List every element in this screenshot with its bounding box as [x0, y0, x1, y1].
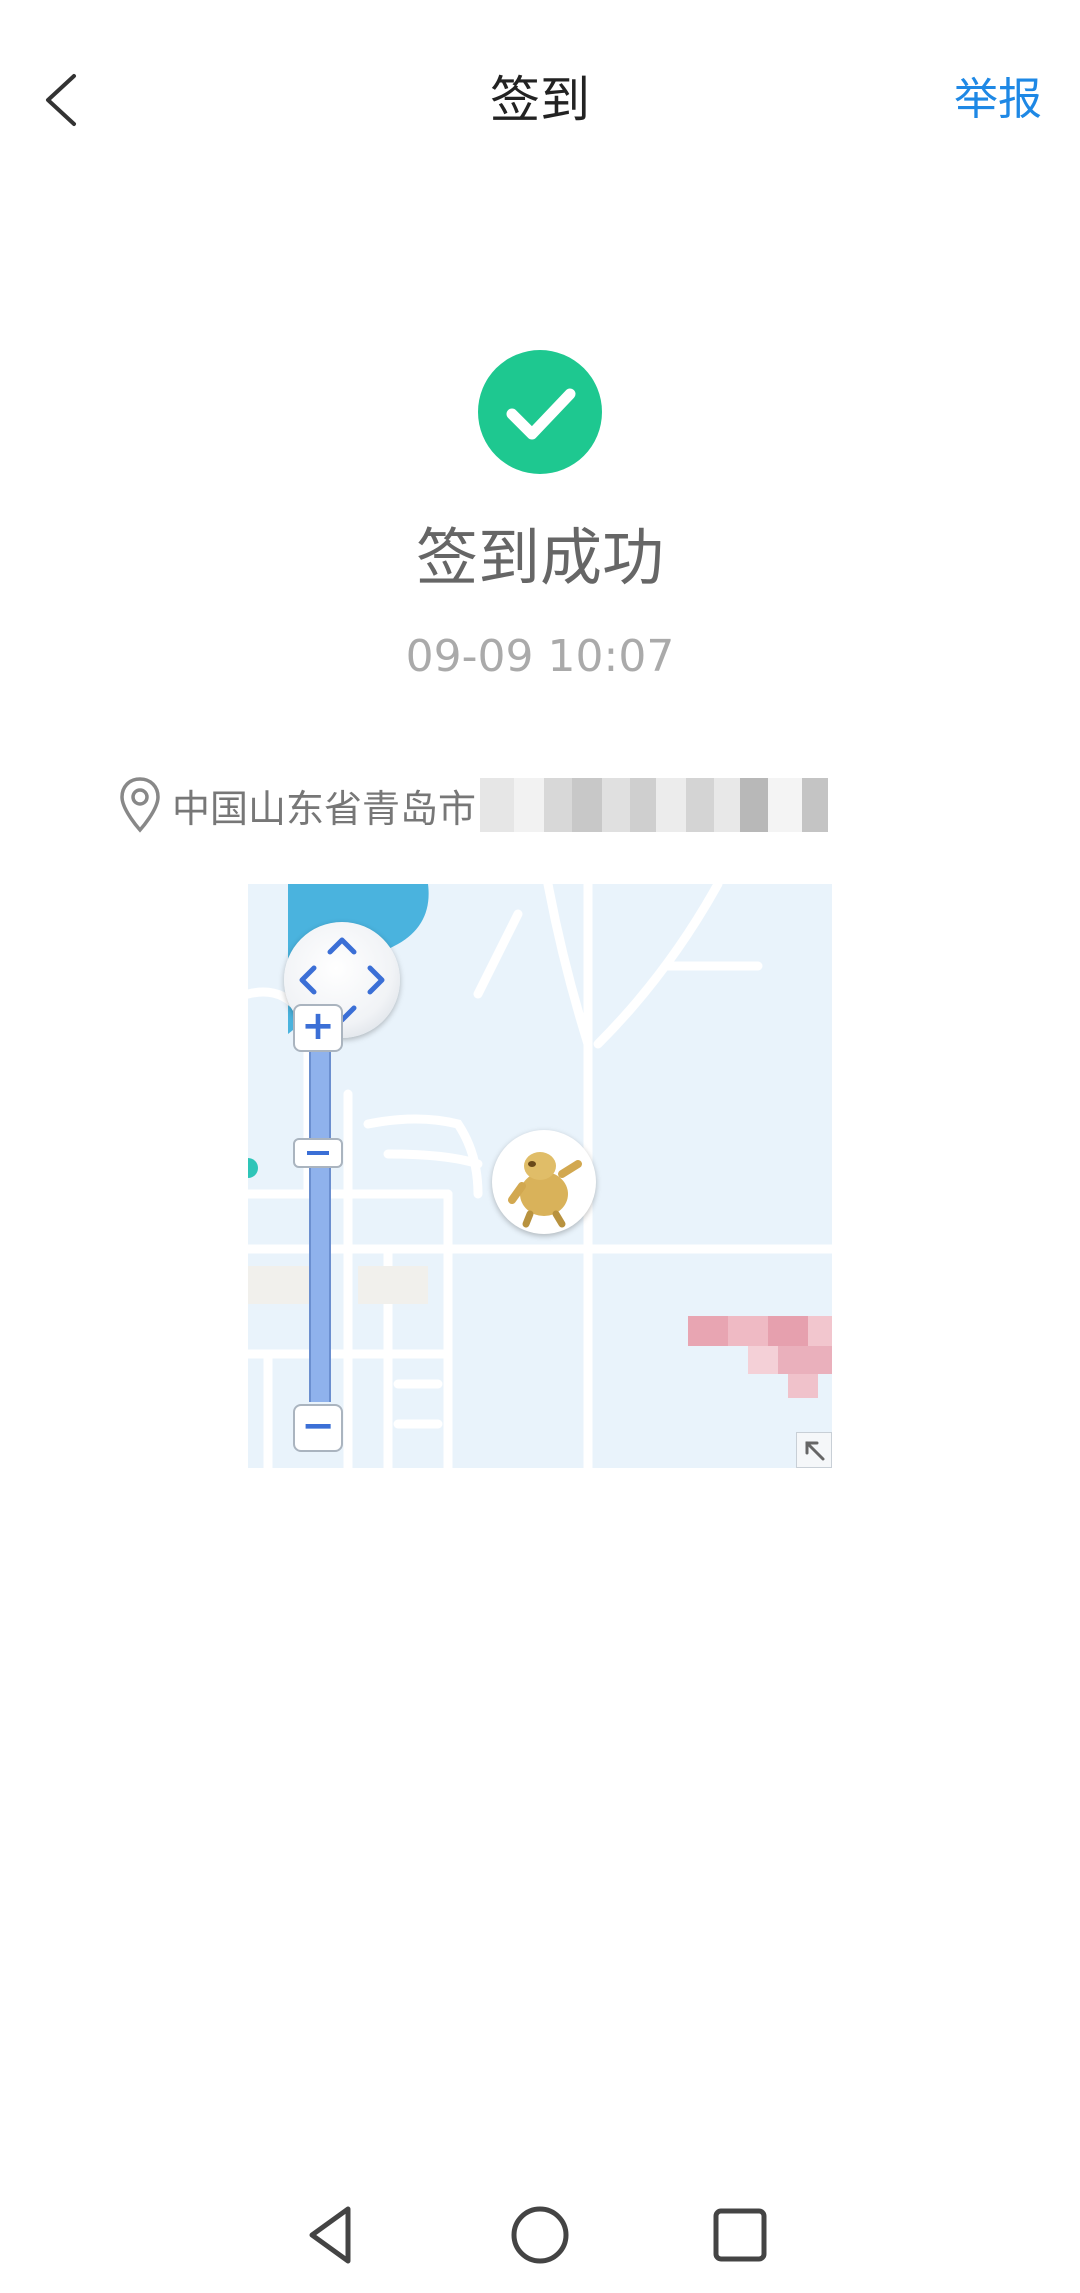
zoom-in-button[interactable]: + [293, 1004, 343, 1052]
checkin-time: 09-09 10:07 [405, 631, 675, 682]
location-row: 中国山东省青岛市 [118, 770, 829, 840]
avatar-image [508, 1152, 582, 1228]
page-title: 签到 [490, 71, 590, 129]
circle-home-icon [511, 2206, 569, 2264]
expand-arrow-icon [805, 1441, 825, 1461]
map-pin-icon [120, 777, 160, 833]
user-avatar-marker[interactable] [492, 1130, 596, 1234]
square-recents-icon [713, 2208, 767, 2262]
nav-back-button[interactable] [292, 2195, 372, 2275]
zoom-out-button[interactable]: − [293, 1404, 343, 1452]
redacted-address [480, 778, 829, 832]
report-button[interactable]: 举报 [954, 60, 1042, 140]
top-bar: 签到 举报 [0, 0, 1080, 200]
location-text: 中国山东省青岛市 [172, 786, 477, 831]
zoom-track[interactable] [309, 1042, 331, 1402]
expand-map-button[interactable] [796, 1432, 832, 1468]
zoom-slider-handle[interactable] [293, 1138, 343, 1168]
map-view[interactable]: + − [248, 884, 832, 1468]
system-nav-bar [0, 2173, 1080, 2293]
check-circle-icon [478, 350, 602, 474]
nav-recents-button[interactable] [700, 2195, 780, 2275]
triangle-back-icon [309, 2206, 351, 2264]
checkin-success-title: 签到成功 [415, 521, 664, 594]
nav-home-button[interactable] [500, 2195, 580, 2275]
